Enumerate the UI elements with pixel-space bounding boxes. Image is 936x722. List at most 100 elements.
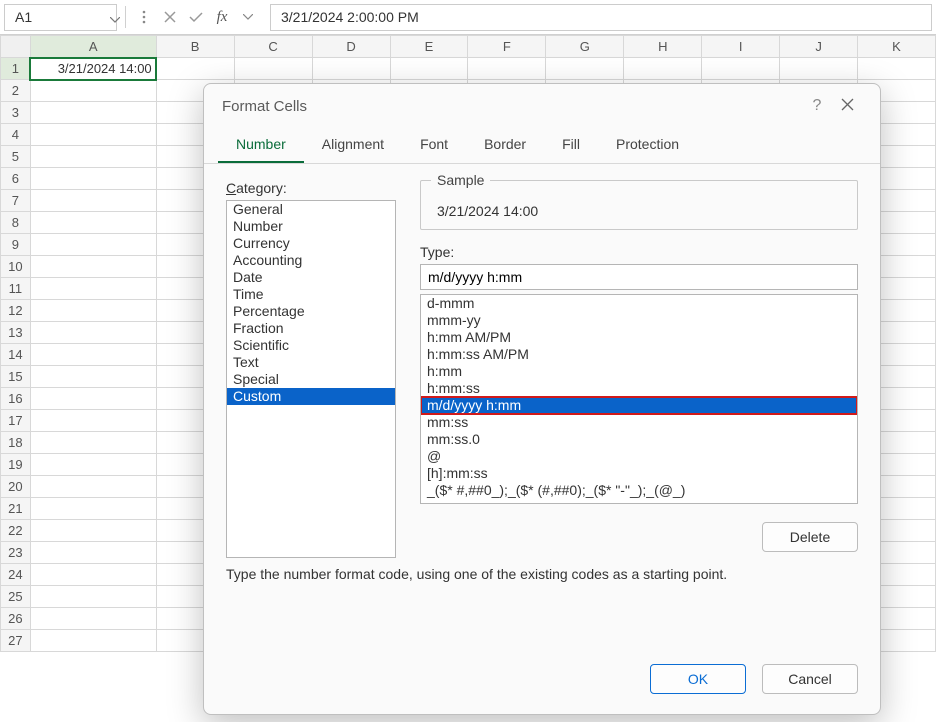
row-header[interactable]: 16 xyxy=(1,388,31,410)
tab-fill[interactable]: Fill xyxy=(544,128,598,163)
category-item[interactable]: Time xyxy=(227,286,395,303)
cell[interactable] xyxy=(30,80,156,102)
cell[interactable] xyxy=(156,58,234,80)
cell[interactable] xyxy=(30,256,156,278)
category-item[interactable]: Percentage xyxy=(227,303,395,320)
cancel-button[interactable]: Cancel xyxy=(762,664,858,694)
category-item[interactable]: General xyxy=(227,201,395,218)
cell[interactable] xyxy=(30,608,156,630)
type-item[interactable]: m/d/yyyy h:mm xyxy=(421,397,857,414)
row-header[interactable]: 19 xyxy=(1,454,31,476)
type-list[interactable]: d-mmmmmm-yyh:mm AM/PMh:mm:ss AM/PMh:mmh:… xyxy=(420,294,858,504)
cell[interactable] xyxy=(30,410,156,432)
cell[interactable] xyxy=(30,520,156,542)
row-header[interactable]: 8 xyxy=(1,212,31,234)
cell[interactable] xyxy=(702,58,780,80)
type-item[interactable]: _($* #,##0_);_($* (#,##0);_($* "-"_);_(@… xyxy=(421,482,857,499)
category-item[interactable]: Fraction xyxy=(227,320,395,337)
cancel-icon[interactable] xyxy=(160,7,180,27)
row-header[interactable]: 6 xyxy=(1,168,31,190)
row-header[interactable]: 4 xyxy=(1,124,31,146)
category-item[interactable]: Number xyxy=(227,218,395,235)
type-item[interactable]: d-mmm xyxy=(421,295,857,312)
cell[interactable] xyxy=(390,58,468,80)
row-header[interactable]: 9 xyxy=(1,234,31,256)
cell[interactable] xyxy=(468,58,546,80)
row-header[interactable]: 26 xyxy=(1,608,31,630)
row-header[interactable]: 25 xyxy=(1,586,31,608)
column-header[interactable]: F xyxy=(468,36,546,58)
cell[interactable] xyxy=(30,300,156,322)
column-header[interactable]: J xyxy=(780,36,858,58)
cell[interactable] xyxy=(30,146,156,168)
row-header[interactable]: 20 xyxy=(1,476,31,498)
type-item[interactable]: @ xyxy=(421,448,857,465)
column-header[interactable]: B xyxy=(156,36,234,58)
row-header[interactable]: 1 xyxy=(1,58,31,80)
cell[interactable] xyxy=(30,366,156,388)
row-header[interactable]: 10 xyxy=(1,256,31,278)
type-item[interactable]: h:mm AM/PM xyxy=(421,329,857,346)
cell[interactable] xyxy=(546,58,624,80)
row-header[interactable]: 5 xyxy=(1,146,31,168)
tab-border[interactable]: Border xyxy=(466,128,544,163)
cell[interactable] xyxy=(30,234,156,256)
row-header[interactable]: 12 xyxy=(1,300,31,322)
cell[interactable] xyxy=(30,278,156,300)
cell[interactable] xyxy=(30,344,156,366)
cell[interactable] xyxy=(30,586,156,608)
confirm-icon[interactable] xyxy=(186,7,206,27)
category-item[interactable]: Currency xyxy=(227,235,395,252)
category-item[interactable]: Special xyxy=(227,371,395,388)
type-item[interactable]: mm:ss.0 xyxy=(421,431,857,448)
type-item[interactable]: h:mm:ss xyxy=(421,380,857,397)
column-header[interactable]: E xyxy=(390,36,468,58)
row-header[interactable]: 24 xyxy=(1,564,31,586)
column-header[interactable]: H xyxy=(624,36,702,58)
tab-font[interactable]: Font xyxy=(402,128,466,163)
type-item[interactable]: mmm-yy xyxy=(421,312,857,329)
cell[interactable] xyxy=(30,498,156,520)
cell[interactable] xyxy=(858,58,936,80)
cell[interactable] xyxy=(30,542,156,564)
cell[interactable] xyxy=(30,454,156,476)
cell[interactable] xyxy=(30,168,156,190)
type-item[interactable]: h:mm:ss AM/PM xyxy=(421,346,857,363)
cell[interactable] xyxy=(624,58,702,80)
ok-button[interactable]: OK xyxy=(650,664,746,694)
type-item[interactable]: [h]:mm:ss xyxy=(421,465,857,482)
category-item[interactable]: Custom xyxy=(227,388,395,405)
column-header[interactable]: D xyxy=(312,36,390,58)
row-header[interactable]: 7 xyxy=(1,190,31,212)
cell[interactable] xyxy=(780,58,858,80)
cell[interactable]: 3/21/2024 14:00 xyxy=(30,58,156,80)
row-header[interactable]: 13 xyxy=(1,322,31,344)
row-header[interactable]: 2 xyxy=(1,80,31,102)
category-item[interactable]: Date xyxy=(227,269,395,286)
row-header[interactable]: 14 xyxy=(1,344,31,366)
category-item[interactable]: Text xyxy=(227,354,395,371)
cell[interactable] xyxy=(312,58,390,80)
row-header[interactable]: 17 xyxy=(1,410,31,432)
type-item[interactable]: mm:ss xyxy=(421,414,857,431)
tab-number[interactable]: Number xyxy=(218,128,304,163)
dots-icon[interactable] xyxy=(134,7,154,27)
cell[interactable] xyxy=(30,190,156,212)
chevron-down-icon[interactable] xyxy=(238,7,258,27)
row-header[interactable]: 21 xyxy=(1,498,31,520)
close-icon[interactable] xyxy=(832,98,862,114)
row-header[interactable]: 27 xyxy=(1,630,31,652)
category-item[interactable]: Accounting xyxy=(227,252,395,269)
row-header[interactable]: 18 xyxy=(1,432,31,454)
cell[interactable] xyxy=(30,212,156,234)
cell[interactable] xyxy=(30,322,156,344)
column-header[interactable]: I xyxy=(702,36,780,58)
fx-icon[interactable]: fx xyxy=(212,7,232,27)
tab-alignment[interactable]: Alignment xyxy=(304,128,402,163)
column-header[interactable]: A xyxy=(30,36,156,58)
name-box[interactable]: A1 xyxy=(4,4,117,31)
type-item[interactable]: h:mm xyxy=(421,363,857,380)
cell[interactable] xyxy=(30,124,156,146)
cell[interactable] xyxy=(30,564,156,586)
row-header[interactable]: 15 xyxy=(1,366,31,388)
